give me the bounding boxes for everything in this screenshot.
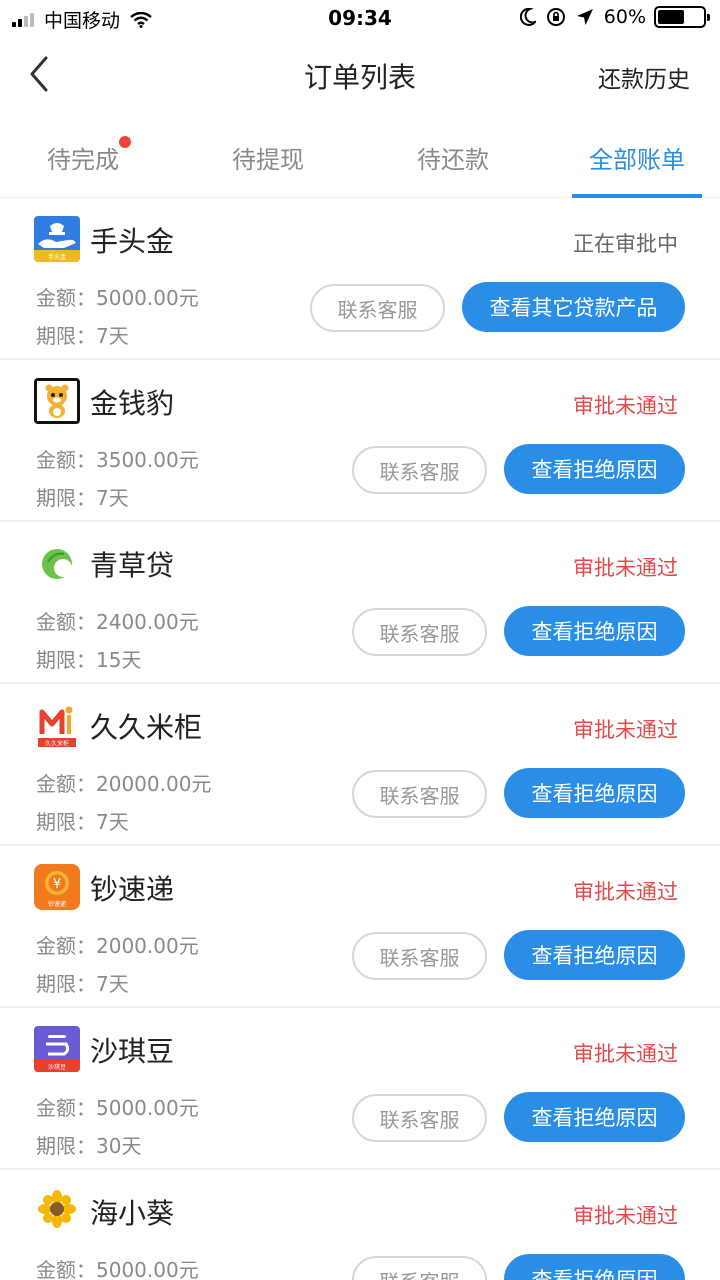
tab-all-bills[interactable]: 全部账单: [589, 140, 685, 175]
status-badge: 审批未通过: [573, 556, 678, 580]
tab-label: 待还款: [417, 146, 489, 174]
amount-text: 金额：2400.00元: [36, 610, 199, 634]
term-text: 期限：7天: [36, 810, 129, 834]
tab-bar: 待完成 待提现 待还款 全部账单: [0, 110, 720, 198]
term-text: 期限：7天: [36, 486, 129, 510]
contact-support-button[interactable]: 联系客服: [310, 284, 445, 332]
amount-text: 金额：5000.00元: [36, 1258, 199, 1280]
hand-coin-icon: 手头金: [34, 216, 80, 262]
status-bar-right: 60%: [510, 6, 710, 28]
svg-text:久久米柜: 久久米柜: [45, 740, 69, 748]
order-item: 手头金 手头金 正在审批中 金额：5000.00元 期限：7天 联系客服 查看其…: [0, 198, 720, 360]
battery-icon: [654, 6, 710, 28]
order-item: 金钱豹 审批未通过 金额：3500.00元 期限：7天 联系客服 查看拒绝原因: [0, 360, 720, 522]
tab-label: 全部账单: [589, 146, 685, 174]
lender-name: 金钱豹: [90, 387, 175, 420]
yuan-coin-icon: ¥ 钞速递: [34, 864, 80, 910]
svg-text:沙琪豆: 沙琪豆: [48, 1063, 66, 1071]
notification-dot: [119, 136, 131, 148]
sunflower-icon: [34, 1188, 80, 1234]
status-badge: 审批未通过: [573, 718, 678, 742]
contact-support-button[interactable]: 联系客服: [352, 446, 487, 494]
amount-text: 金额：5000.00元: [36, 286, 199, 310]
tab-pending-repay[interactable]: 待还款: [417, 140, 489, 175]
tab-pending-withdraw[interactable]: 待提现: [232, 140, 304, 175]
amount-text: 金额：20000.00元: [36, 772, 212, 796]
status-badge: 正在审批中: [573, 232, 678, 256]
order-list: 手头金 手头金 正在审批中 金额：5000.00元 期限：7天 联系客服 查看其…: [0, 198, 720, 1280]
order-item: 沙琪豆 沙琪豆 审批未通过 金额：5000.00元 期限：30天 联系客服 查看…: [0, 1008, 720, 1170]
view-rejection-reason-button[interactable]: 查看拒绝原因: [504, 768, 685, 818]
contact-support-button[interactable]: 联系客服: [352, 1256, 487, 1280]
lender-name: 久久米柜: [90, 711, 203, 744]
leopard-icon: [34, 378, 80, 424]
order-item: 青草贷 审批未通过 金额：2400.00元 期限：15天 联系客服 查看拒绝原因: [0, 522, 720, 684]
battery-fill: [658, 10, 685, 24]
tab-label: 待完成: [47, 146, 119, 174]
grass-leaf-icon: [34, 540, 80, 586]
moon-icon: [519, 8, 536, 26]
amount-text: 金额：5000.00元: [36, 1096, 199, 1120]
status-bar: 中国移动 09:34 60%: [0, 0, 720, 38]
location-arrow-icon: [576, 9, 593, 25]
rotation-lock-icon: [546, 8, 565, 26]
term-text: 期限：15天: [36, 648, 142, 672]
view-rejection-reason-button[interactable]: 查看拒绝原因: [504, 606, 685, 656]
order-item: ¥ 钞速递 钞速递 审批未通过 金额：2000.00元 期限：7天 联系客服 查…: [0, 846, 720, 1008]
term-text: 期限：7天: [36, 972, 129, 996]
amount-text: 金额：2000.00元: [36, 934, 199, 958]
svg-text:钞速递: 钞速递: [48, 900, 66, 908]
status-badge: 审批未通过: [573, 880, 678, 904]
order-item: 海小葵 审批未通过 金额：5000.00元 联系客服 查看拒绝原因: [0, 1170, 720, 1280]
lender-name: 沙琪豆: [90, 1035, 175, 1068]
order-item: 久久米柜 久久米柜 审批未通过 金额：20000.00元 期限：7天 联系客服 …: [0, 684, 720, 846]
status-badge: 审批未通过: [573, 1042, 678, 1066]
tab-pending-complete[interactable]: 待完成: [47, 136, 131, 175]
view-other-products-button[interactable]: 查看其它贷款产品: [462, 282, 685, 332]
status-badge: 审批未通过: [573, 394, 678, 418]
view-rejection-reason-button[interactable]: 查看拒绝原因: [504, 1254, 685, 1280]
svg-text:手头金: 手头金: [48, 253, 66, 261]
view-rejection-reason-button[interactable]: 查看拒绝原因: [504, 930, 685, 980]
contact-support-button[interactable]: 联系客服: [352, 770, 487, 818]
tab-label: 待提现: [232, 146, 304, 174]
view-rejection-reason-button[interactable]: 查看拒绝原因: [504, 444, 685, 494]
svg-text:¥: ¥: [53, 877, 61, 892]
navigation-bar: 订单列表 还款历史: [0, 38, 720, 110]
term-text: 期限：7天: [36, 324, 129, 348]
contact-support-button[interactable]: 联系客服: [352, 1094, 487, 1142]
lender-name: 手头金: [90, 225, 175, 258]
status-badge: 审批未通过: [573, 1204, 678, 1228]
amount-text: 金额：3500.00元: [36, 448, 199, 472]
lender-name: 青草贷: [90, 549, 175, 582]
repayment-history-link[interactable]: 还款历史: [598, 60, 690, 94]
view-rejection-reason-button[interactable]: 查看拒绝原因: [504, 1092, 685, 1142]
bean-icon: 沙琪豆: [34, 1026, 80, 1072]
lender-name: 海小葵: [90, 1197, 175, 1230]
m-letter-icon: 久久米柜: [34, 702, 80, 748]
term-text: 期限：30天: [36, 1134, 142, 1158]
battery-percent: 60%: [603, 6, 646, 28]
lender-name: 钞速递: [90, 873, 175, 906]
contact-support-button[interactable]: 联系客服: [352, 932, 487, 980]
contact-support-button[interactable]: 联系客服: [352, 608, 487, 656]
